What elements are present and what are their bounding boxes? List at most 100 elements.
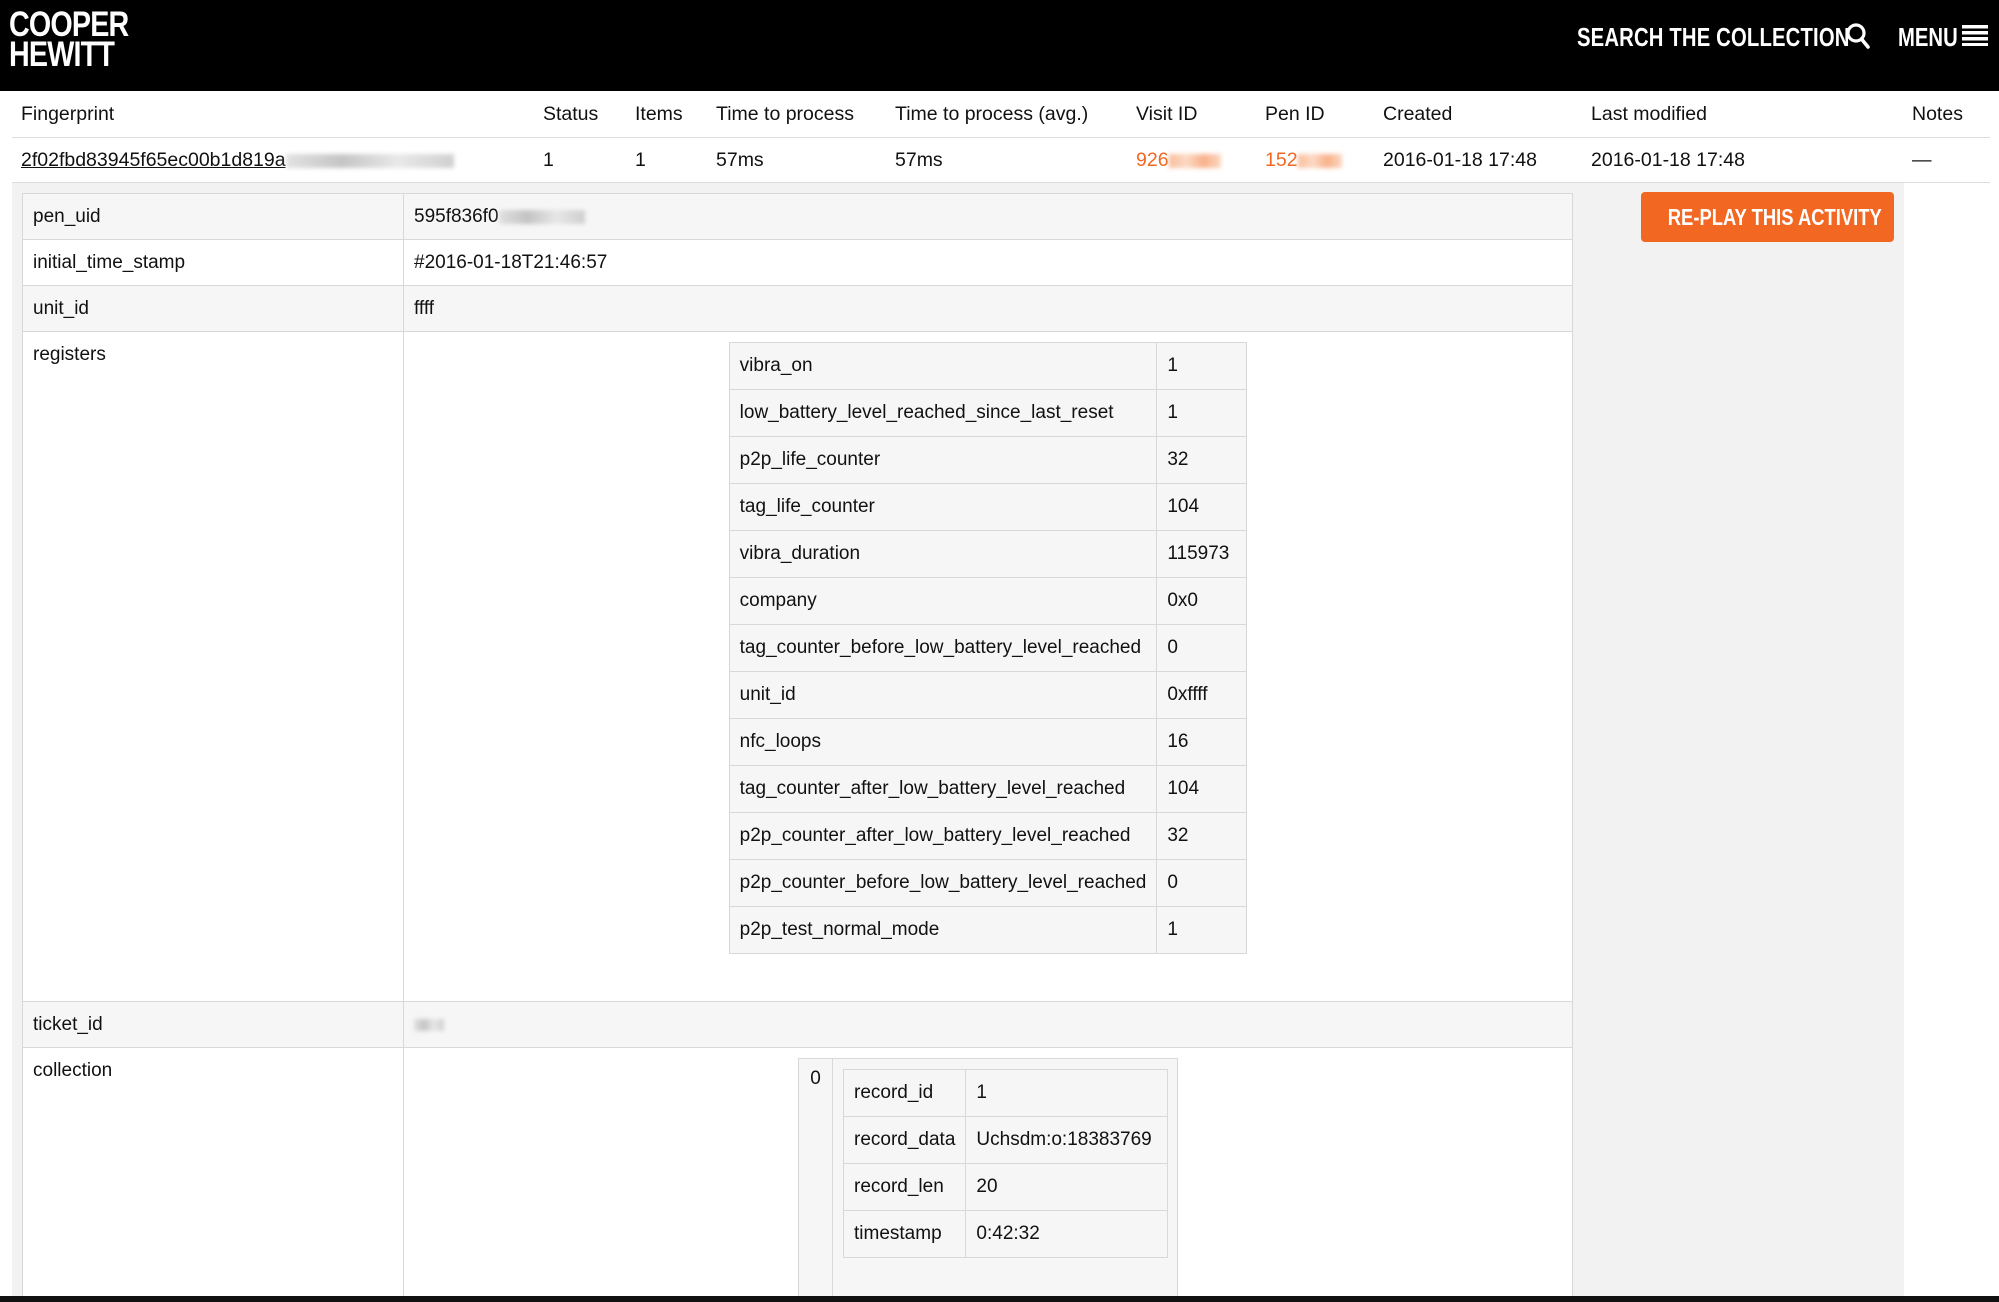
col-header-items: Items [635,103,683,125]
fingerprint-text: 2f02fbd83945f65ec00b1d819a [21,149,286,171]
col-header-visit-id: Visit ID [1136,103,1198,125]
cooper-hewitt-logo[interactable]: COOPER HEWITT [9,7,129,74]
detail-row-ticket-id: ticket_id [22,1001,1573,1048]
replay-activity-button[interactable]: RE-PLAY THIS ACTIVITY [1641,192,1894,242]
redacted-pen-id [1297,153,1342,168]
col-header-notes: Notes [1912,103,1963,125]
bottom-edge [0,1296,1999,1302]
items-cell: 1 [635,149,646,171]
col-header-time-to-process-avg: Time to process (avg.) [895,103,1089,125]
pen-id-link[interactable]: 152 [1265,138,1342,183]
register-row: p2p_life_counter 32 [728,436,1248,484]
top-bar: COOPER HEWITT SEARCH THE COLLECTION MENU [0,0,1999,91]
register-value: 0xffff [1156,671,1248,719]
replay-button-label: RE-PLAY THIS ACTIVITY [1667,204,1882,230]
activity-detail-panel: pen_uid 595f836f0 initial_time_stamp #20… [12,183,1904,1302]
col-header-pen-id: Pen ID [1265,103,1325,125]
register-value: 0 [1156,624,1248,672]
detail-value: ffff [403,285,1573,332]
detail-key: pen_uid [22,193,404,240]
activity-summary-table: Fingerprint Status Items Time to process… [12,91,1990,183]
collection-record-row: record_len 20 [842,1163,1169,1211]
visit-id-link[interactable]: 926 [1136,138,1221,183]
visit-id-text: 926 [1136,149,1169,171]
time-to-process-avg-cell: 57ms [895,149,943,171]
register-key: tag_counter_after_low_battery_level_reac… [728,765,1158,813]
created-cell: 2016-01-18 17:48 [1383,149,1537,171]
col-header-status: Status [543,103,599,125]
register-key: p2p_counter_after_low_battery_level_reac… [728,812,1158,860]
register-row: low_battery_level_reached_since_last_res… [728,389,1248,437]
search-icon[interactable] [1845,22,1871,50]
register-row: vibra_on 1 [728,342,1248,390]
register-row: p2p_counter_after_low_battery_level_reac… [728,812,1248,860]
collection-record-row: timestamp 0:42:32 [842,1210,1169,1258]
col-header-fingerprint: Fingerprint [21,103,115,125]
collection-record-key: record_len [842,1163,967,1211]
collection-record-value: 20 [965,1163,1169,1211]
redacted-ticket-id [414,1018,444,1031]
table-row: 2f02fbd83945f65ec00b1d819a 1 1 57ms 57ms… [12,138,1990,183]
register-row: tag_counter_after_low_battery_level_reac… [728,765,1248,813]
notes-cell: — [1912,149,1932,171]
detail-key: registers [22,331,404,1002]
summary-header-row: Fingerprint Status Items Time to process… [12,91,1990,138]
collection-index: 0 [799,1059,833,1297]
detail-value-pen-uid: 595f836f0 [403,193,1573,240]
detail-key: initial_time_stamp [22,239,404,286]
collection-container: 0 record_id 1 record_data Uchsdm:o:18383769… [403,1047,1573,1299]
register-row: nfc_loops 16 [728,718,1248,766]
registers-table: vibra_on 1 low_battery_level_reached_since… [728,342,1248,954]
collection-record-value: Uchsdm:o:18383769 [965,1116,1169,1164]
col-header-created: Created [1383,103,1453,125]
register-key: p2p_life_counter [728,436,1158,484]
register-value: 104 [1156,483,1248,531]
pen-uid-text: 595f836f0 [414,206,499,227]
register-key: company [728,577,1158,625]
register-key: tag_life_counter [728,483,1158,531]
register-value: 16 [1156,718,1248,766]
fingerprint-cell: 2f02fbd83945f65ec00b1d819a [21,138,454,183]
col-header-last-modified: Last modified [1591,103,1707,125]
register-key: vibra_on [728,342,1158,390]
collection-record-row: record_data Uchsdm:o:18383769 [842,1116,1169,1164]
detail-key: ticket_id [22,1001,404,1048]
detail-row-unit-id: unit_id ffff [22,285,1573,332]
register-value: 1 [1156,389,1248,437]
register-row: company 0x0 [728,577,1248,625]
collection-record-key: record_id [842,1069,967,1117]
register-key: p2p_counter_before_low_battery_level_rea… [728,859,1158,907]
collection-record-value: 0:42:32 [965,1210,1169,1258]
redacted-fingerprint-suffix [285,153,454,168]
register-value: 32 [1156,812,1248,860]
register-value: 0 [1156,859,1248,907]
register-key: unit_id [728,671,1158,719]
register-key: nfc_loops [728,718,1158,766]
detail-key: unit_id [22,285,404,332]
register-value: 104 [1156,765,1248,813]
register-value: 0x0 [1156,577,1248,625]
activity-detail-table: pen_uid 595f836f0 initial_time_stamp #20… [22,193,1573,1299]
register-key: tag_counter_before_low_battery_level_rea… [728,624,1158,672]
register-value: 1 [1156,342,1248,390]
search-the-collection-link[interactable]: SEARCH THE COLLECTION [1577,22,1850,53]
logo-line-2: HEWITT [9,35,115,74]
hamburger-menu-icon[interactable] [1962,24,1988,46]
menu-link[interactable]: MENU [1898,22,1958,53]
status-cell: 1 [543,149,554,171]
collection-record-row: record_id 1 [842,1069,1169,1117]
collection-record-key: timestamp [842,1210,967,1258]
detail-value-ticket-id [403,1001,1573,1048]
register-row: tag_life_counter 104 [728,483,1248,531]
detail-row-collection: collection 0 record_id 1 record_data Uchsdm… [22,1047,1573,1299]
detail-row-registers: registers vibra_on 1 low_battery_level_rea… [22,331,1573,1002]
register-row: vibra_duration 115973 [728,530,1248,578]
register-key: vibra_duration [728,530,1158,578]
register-row: tag_counter_before_low_battery_level_rea… [728,624,1248,672]
time-to-process-cell: 57ms [716,149,764,171]
registers-container: vibra_on 1 low_battery_level_reached_since… [403,331,1573,1002]
fingerprint-link[interactable]: 2f02fbd83945f65ec00b1d819a [21,149,454,171]
detail-key: collection [22,1047,404,1299]
register-key: p2p_test_normal_mode [728,906,1158,954]
detail-row-initial-time-stamp: initial_time_stamp #2016-01-18T21:46:57 [22,239,1573,286]
